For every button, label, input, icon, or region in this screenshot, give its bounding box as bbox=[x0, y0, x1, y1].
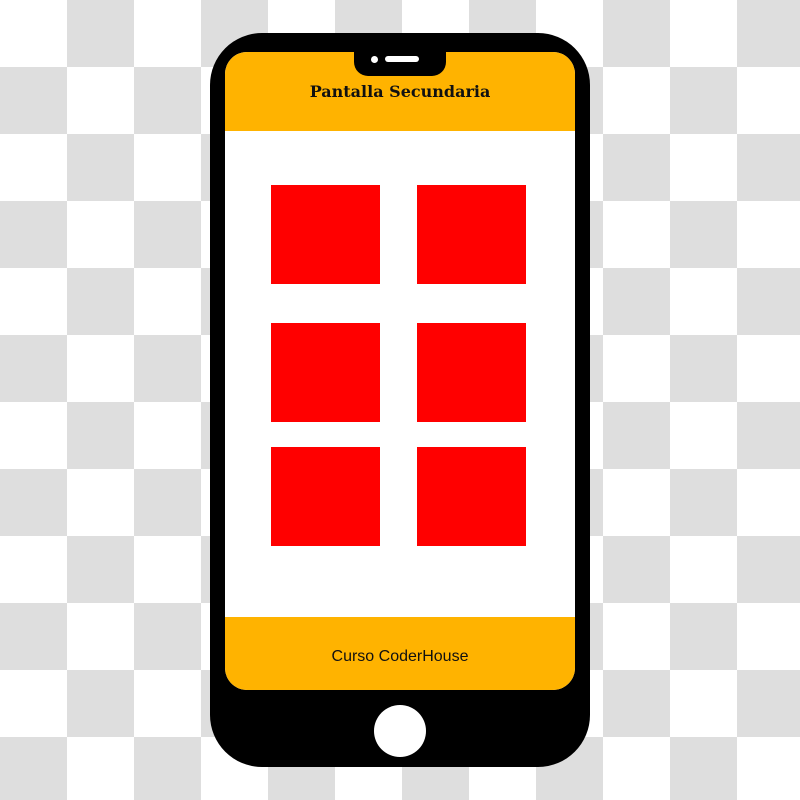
page-title: Pantalla Secundaria bbox=[309, 82, 491, 101]
speaker-icon bbox=[385, 56, 419, 62]
app-footer: Curso CoderHouse bbox=[225, 617, 575, 690]
grid-tile[interactable] bbox=[271, 447, 380, 546]
home-button-icon[interactable] bbox=[374, 705, 426, 757]
camera-icon bbox=[371, 56, 378, 63]
grid-tile[interactable] bbox=[271, 185, 380, 284]
grid-tile[interactable] bbox=[417, 323, 526, 422]
grid-tile[interactable] bbox=[271, 323, 380, 422]
grid-tile[interactable] bbox=[417, 185, 526, 284]
phone-screen: Pantalla Secundaria Curso CoderHouse bbox=[225, 52, 575, 690]
footer-label: Curso CoderHouse bbox=[331, 648, 469, 665]
phone-notch bbox=[354, 52, 446, 76]
grid-tile[interactable] bbox=[417, 447, 526, 546]
